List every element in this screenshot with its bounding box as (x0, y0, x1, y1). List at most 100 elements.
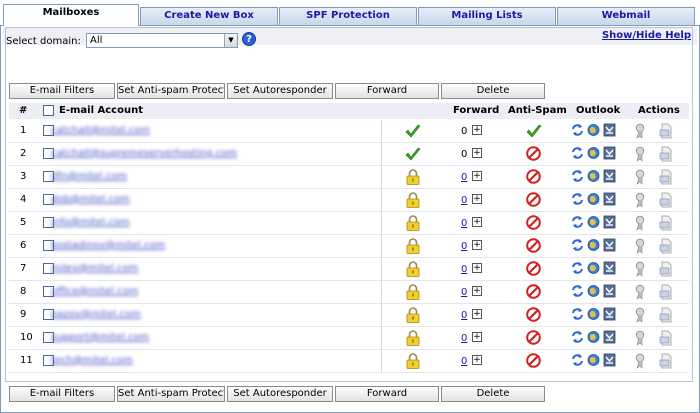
edit-pen-icon[interactable] (634, 123, 648, 139)
globe-icon[interactable] (587, 353, 600, 367)
outlook-settings-icon[interactable] (603, 353, 616, 367)
edit-pen-icon[interactable] (634, 215, 648, 231)
delete-document-icon[interactable] (659, 169, 673, 185)
prohibited-icon[interactable] (526, 238, 541, 253)
sync-icon[interactable] (571, 284, 584, 298)
forward-count[interactable]: 0 (461, 264, 467, 275)
prohibited-icon[interactable] (526, 353, 541, 368)
forward-count[interactable]: 0 (461, 218, 467, 229)
forward-count[interactable]: 0 (461, 172, 467, 183)
sync-icon[interactable] (571, 330, 584, 344)
forward-count[interactable]: 0 (461, 356, 467, 367)
globe-icon[interactable] (587, 192, 600, 206)
delete-document-icon[interactable] (659, 284, 673, 300)
plus-icon[interactable]: + (472, 286, 482, 296)
email-account-link[interactable]: office@mitel.com (51, 286, 138, 297)
sync-icon[interactable] (571, 261, 584, 275)
edit-pen-icon[interactable] (634, 307, 648, 323)
email-filters-button[interactable]: E-mail Filters (9, 83, 115, 99)
edit-pen-icon[interactable] (634, 261, 648, 277)
globe-icon[interactable] (587, 261, 600, 275)
prohibited-icon[interactable] (526, 330, 541, 345)
plus-icon[interactable]: + (472, 171, 482, 181)
outlook-settings-icon[interactable] (603, 284, 616, 298)
prohibited-icon[interactable] (526, 169, 541, 184)
plus-icon[interactable]: + (472, 355, 482, 365)
sync-icon[interactable] (571, 238, 584, 252)
autoresponder-button-bottom[interactable]: Set Autoresponder (227, 386, 333, 402)
plus-icon[interactable]: + (472, 332, 482, 342)
prohibited-icon[interactable] (526, 146, 541, 161)
globe-icon[interactable] (587, 169, 600, 183)
forward-count[interactable]: 0 (461, 333, 467, 344)
outlook-settings-icon[interactable] (603, 192, 616, 206)
delete-document-icon[interactable] (659, 330, 673, 346)
select-all-checkbox[interactable] (43, 105, 54, 116)
sync-icon[interactable] (571, 123, 584, 137)
edit-pen-icon[interactable] (634, 169, 648, 185)
delete-document-icon[interactable] (659, 307, 673, 323)
outlook-settings-icon[interactable] (603, 330, 616, 344)
sync-icon[interactable] (571, 307, 584, 321)
anti-spam-button-bottom[interactable]: Set Anti-spam Protection (117, 386, 225, 402)
delete-button-bottom[interactable]: Delete (441, 386, 545, 402)
prohibited-icon[interactable] (526, 284, 541, 299)
outlook-settings-icon[interactable] (603, 169, 616, 183)
outlook-settings-icon[interactable] (603, 146, 616, 160)
outlook-settings-icon[interactable] (603, 238, 616, 252)
forward-count[interactable]: 0 (461, 241, 467, 252)
tab-mailing-lists[interactable]: Mailing Lists (418, 7, 556, 25)
plus-icon[interactable]: + (472, 217, 482, 227)
anti-spam-button[interactable]: Set Anti-spam Protection (117, 83, 225, 99)
delete-document-icon[interactable] (659, 215, 673, 231)
sync-icon[interactable] (571, 146, 584, 160)
delete-button[interactable]: Delete (441, 83, 545, 99)
globe-icon[interactable] (587, 284, 600, 298)
sync-icon[interactable] (571, 353, 584, 367)
forward-button[interactable]: Forward (335, 83, 439, 99)
globe-icon[interactable] (587, 307, 600, 321)
forward-button-bottom[interactable]: Forward (335, 386, 439, 402)
forward-count[interactable]: 0 (461, 310, 467, 321)
plus-icon[interactable]: + (472, 263, 482, 273)
delete-document-icon[interactable] (659, 123, 673, 139)
outlook-settings-icon[interactable] (603, 123, 616, 137)
check-icon[interactable] (526, 123, 542, 138)
email-account-link[interactable]: catchall@mitel.com (51, 125, 150, 136)
edit-pen-icon[interactable] (634, 353, 648, 369)
plus-icon[interactable]: + (472, 309, 482, 319)
delete-document-icon[interactable] (659, 261, 673, 277)
forward-count[interactable]: 0 (461, 195, 467, 206)
chevron-down-icon[interactable]: ▼ (224, 34, 237, 47)
edit-pen-icon[interactable] (634, 284, 648, 300)
plus-icon[interactable]: + (472, 194, 482, 204)
email-account-link[interactable]: tech@mitel.com (51, 355, 133, 366)
sync-icon[interactable] (571, 192, 584, 206)
prohibited-icon[interactable] (526, 307, 541, 322)
outlook-settings-icon[interactable] (603, 307, 616, 321)
edit-pen-icon[interactable] (634, 330, 648, 346)
globe-icon[interactable] (587, 330, 600, 344)
tab-spf-protection[interactable]: SPF Protection (279, 7, 417, 25)
email-filters-button-bottom[interactable]: E-mail Filters (9, 386, 115, 402)
edit-pen-icon[interactable] (634, 146, 648, 162)
edit-pen-icon[interactable] (634, 192, 648, 208)
prohibited-icon[interactable] (526, 215, 541, 230)
globe-icon[interactable] (587, 238, 600, 252)
delete-document-icon[interactable] (659, 353, 673, 369)
outlook-settings-icon[interactable] (603, 261, 616, 275)
domain-select[interactable]: All ▼ (86, 33, 238, 48)
delete-document-icon[interactable] (659, 146, 673, 162)
email-account-link[interactable]: pazov@mitel.com (51, 309, 141, 320)
sync-icon[interactable] (571, 215, 584, 229)
plus-icon[interactable]: + (472, 125, 482, 135)
plus-icon[interactable]: + (472, 148, 482, 158)
tab-mailboxes[interactable]: Mailboxes (3, 4, 139, 26)
email-account-link[interactable]: info@mitel.com (51, 217, 130, 228)
tab-create-new-box[interactable]: Create New Box (140, 7, 278, 25)
email-account-link[interactable]: milev@mitel.com (51, 263, 138, 274)
autoresponder-button[interactable]: Set Autoresponder (227, 83, 333, 99)
outlook-settings-icon[interactable] (603, 215, 616, 229)
email-account-link[interactable]: dfn@mitel.com (51, 171, 127, 182)
sync-icon[interactable] (571, 169, 584, 183)
